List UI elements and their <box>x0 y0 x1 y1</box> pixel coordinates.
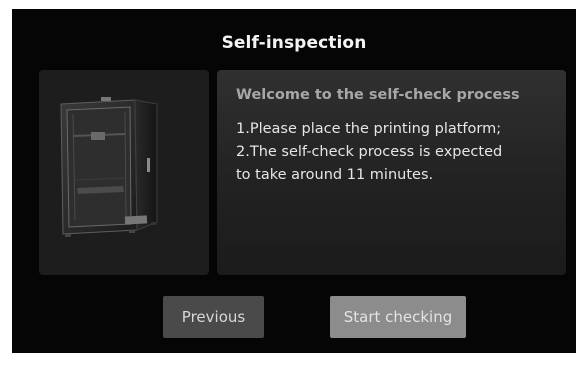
instructions-text: 1.Please place the printing platform; 2.… <box>236 118 558 187</box>
instructions-panel: Welcome to the self-check process 1.Plea… <box>217 70 566 275</box>
instruction-line-3: to take around 11 minutes. <box>236 167 434 183</box>
instruction-line-2: 2.The self-check process is expected <box>236 144 503 160</box>
previous-button[interactable]: Previous <box>163 296 264 338</box>
printer-image-panel <box>39 70 209 275</box>
panel-heading: Welcome to the self-check process <box>236 87 520 103</box>
instruction-line-1: 1.Please place the printing platform; <box>236 121 502 137</box>
page-title: Self-inspection <box>221 33 367 53</box>
self-inspection-screen: Self-inspection Welcome to the self-chec… <box>12 9 576 353</box>
3d-printer-image <box>60 97 158 237</box>
start-checking-button[interactable]: Start checking <box>330 296 466 338</box>
